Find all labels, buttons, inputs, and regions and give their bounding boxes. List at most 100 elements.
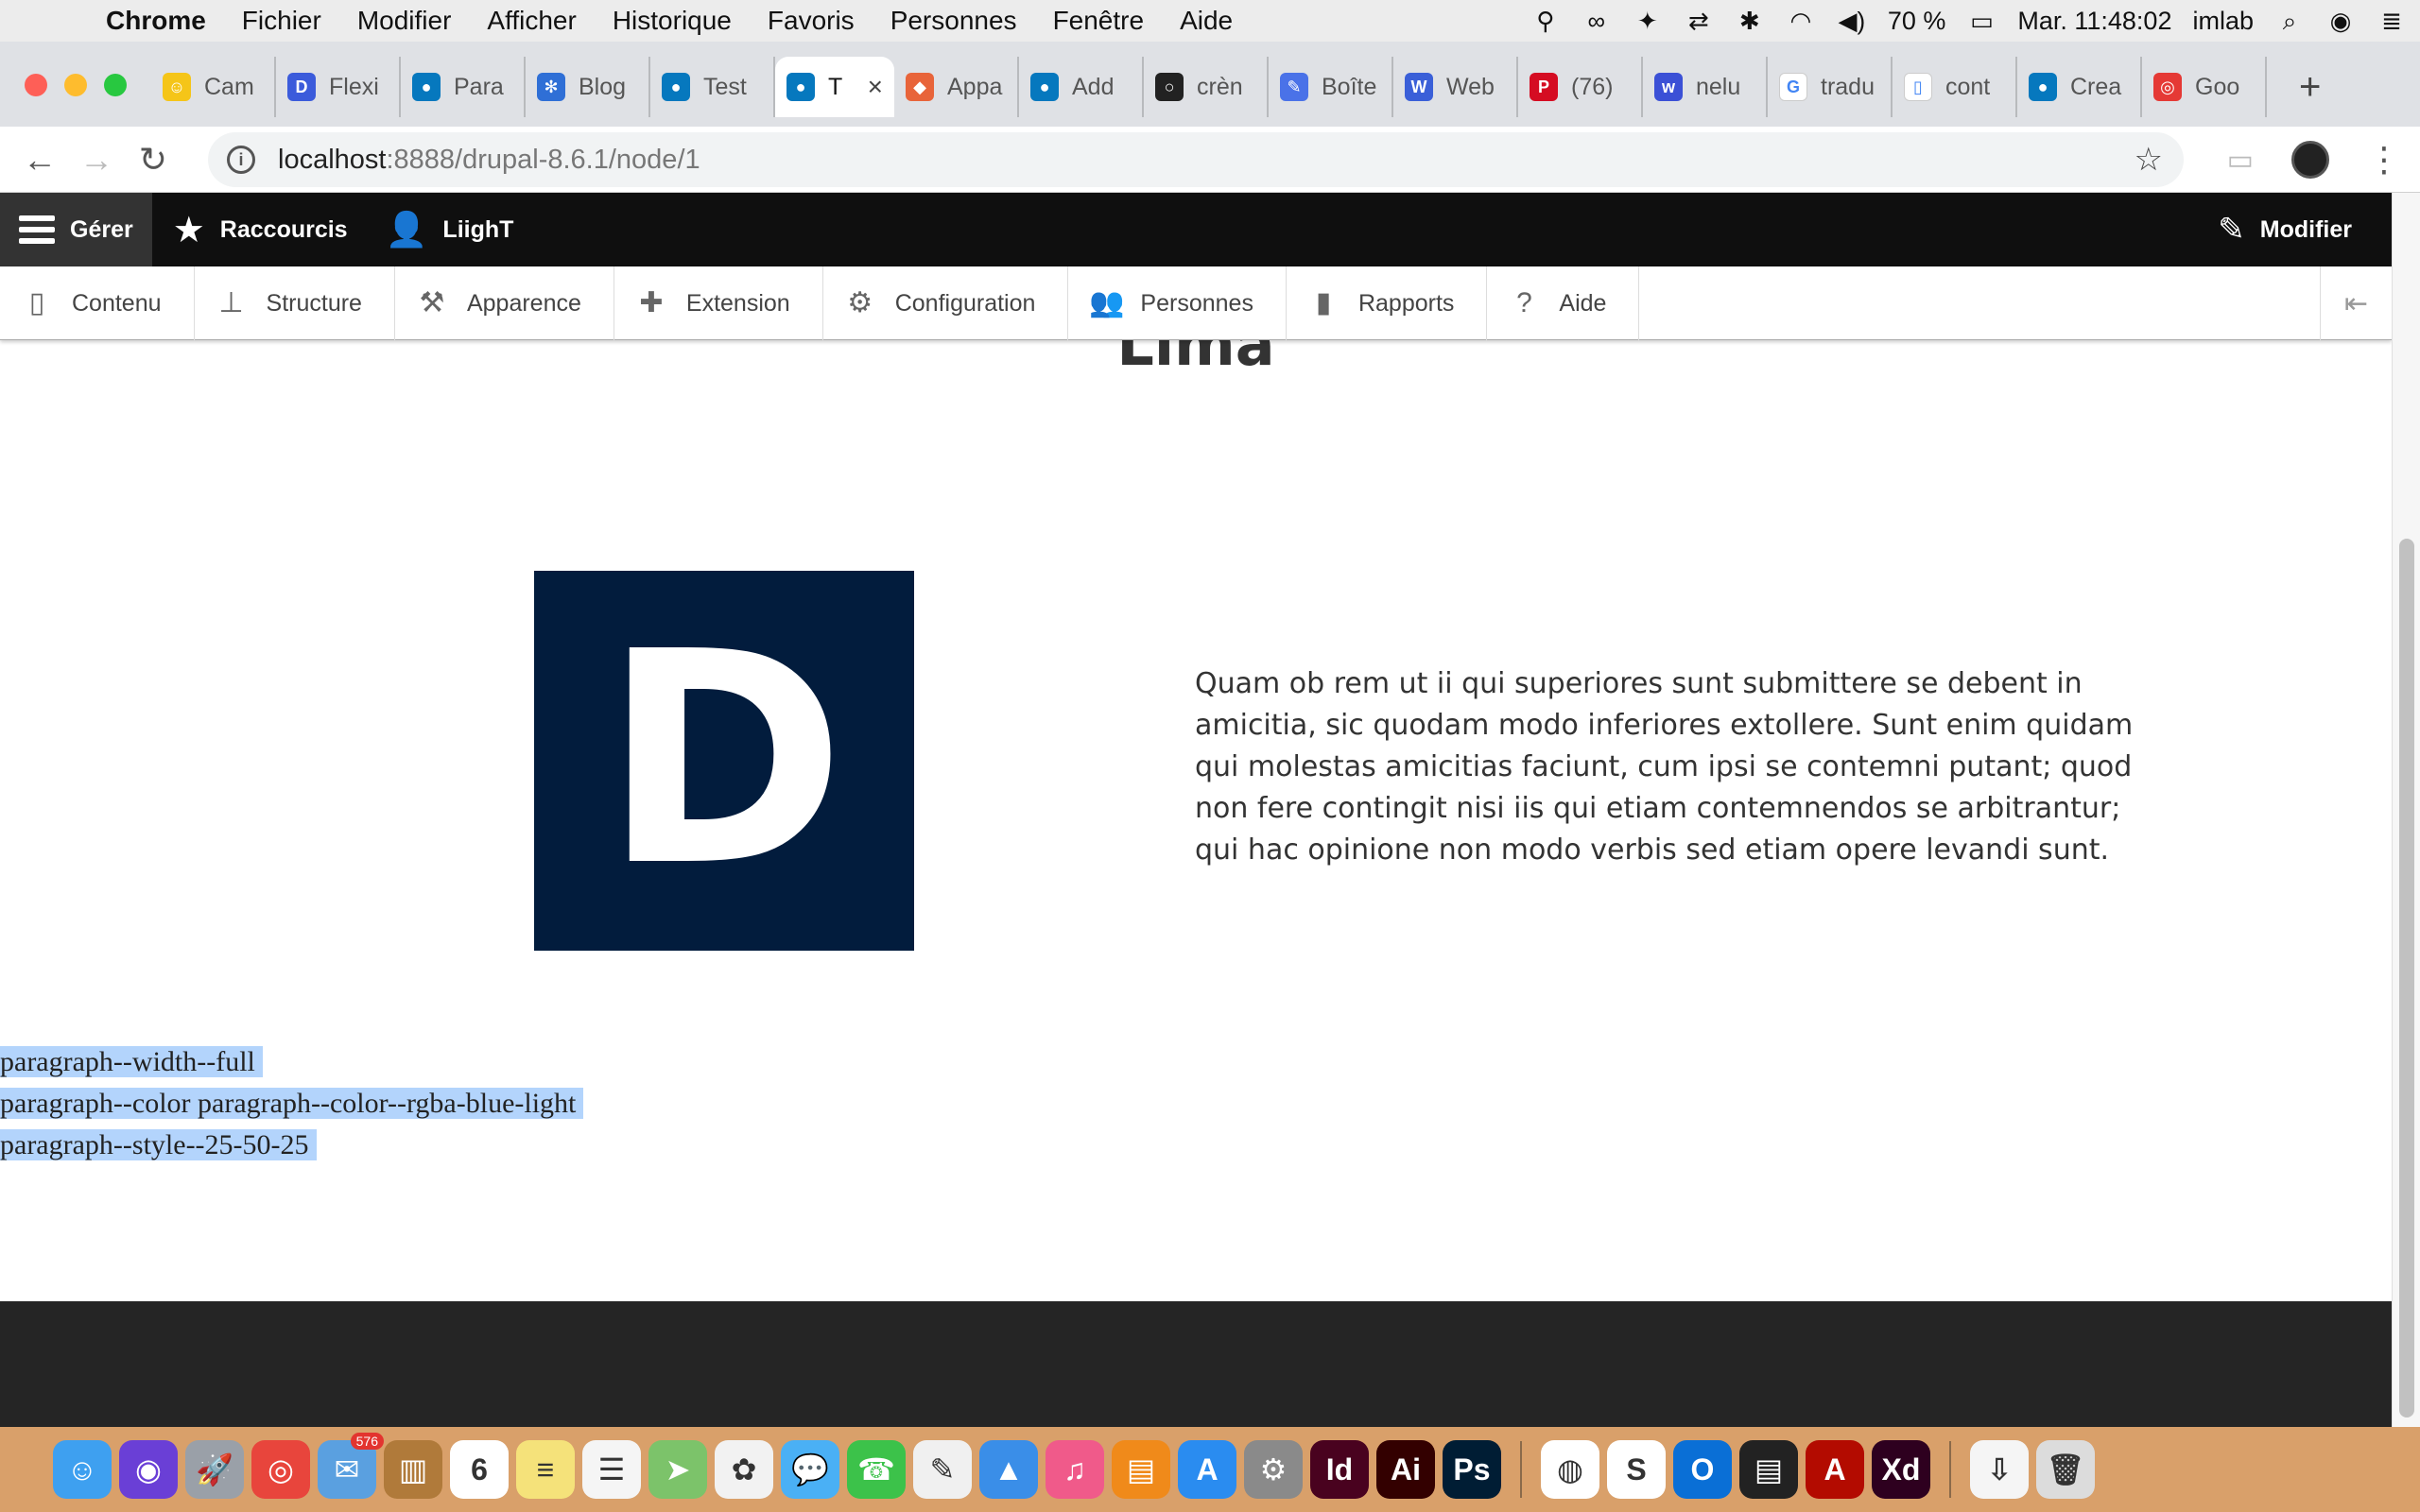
dock-app-notes-book[interactable]: ▥ [384,1440,442,1499]
airdrop-icon[interactable]: ⚲ [1530,8,1561,34]
dock-app-mail[interactable]: ✉ 576 [318,1433,384,1499]
browser-tab[interactable]: W Web [1393,57,1518,117]
notification-center-icon[interactable]: ≣ [2377,8,2407,34]
menu-fenetre[interactable]: Fenêtre [1053,6,1145,36]
bluetooth-icon[interactable]: ✱ [1735,8,1765,34]
dock-app-preview[interactable]: ✎ [913,1440,972,1499]
dock-app-reminders[interactable]: ☰ [582,1440,641,1499]
dock-app-messages[interactable]: 💬 [781,1440,839,1499]
dock-app-photos[interactable]: ✿ [715,1440,773,1499]
dock-app-indesign[interactable]: Id [1310,1440,1369,1499]
menubar-user[interactable]: imlab [2192,7,2254,36]
tray-item-configuration[interactable]: ⚙ Configuration [823,266,1069,340]
network-icon[interactable]: ⇄ [1684,8,1714,34]
dock-app-siri[interactable]: ◉ [119,1440,178,1499]
class-line: paragraph--style--25-50-25 [0,1125,583,1166]
dock-app-facetime[interactable]: ☎ [847,1440,906,1499]
spotlight-search-icon[interactable]: ⌕ [2274,8,2305,34]
cleaner-icon[interactable]: ✦ [1633,8,1663,34]
browser-tab[interactable]: ● Para [401,57,526,117]
menu-favoris[interactable]: Favoris [768,6,855,36]
browser-tab[interactable]: ✎ Boîte [1269,57,1393,117]
tray-collapse-icon[interactable]: ⇤ [2320,266,2392,340]
browser-tab[interactable]: ● T × [775,57,894,117]
scrollbar-thumb[interactable] [2399,539,2414,1418]
tray-item-structure[interactable]: ⊥ Structure [195,266,395,340]
browser-tab[interactable]: w nelu [1643,57,1768,117]
menu-afficher[interactable]: Afficher [487,6,576,36]
tray-item-apparence[interactable]: ⚒ Apparence [395,266,614,340]
dock-app-books[interactable]: ▤ [1112,1440,1170,1499]
minimize-window-button[interactable] [64,74,87,96]
browser-tab[interactable]: ◆ Appa [894,57,1019,117]
clock[interactable]: Mar. 11:48:02 [2017,7,2171,36]
browser-tab[interactable]: ✻ Blog [526,57,650,117]
dock-app-acrobat[interactable]: A [1806,1440,1864,1499]
tray-item-extension[interactable]: ✚ Extension [614,266,823,340]
dock-app-itunes[interactable]: ♫ [1046,1440,1104,1499]
dock-app-trash[interactable]: 🗑 [2036,1440,2095,1499]
dock-app-downloads[interactable]: ⇩ [1970,1440,2029,1499]
zoom-window-button[interactable] [104,74,127,96]
dock-app-keynote[interactable]: ▲ [979,1440,1038,1499]
new-tab-icon[interactable]: + [2299,66,2321,109]
toolbar-edit[interactable]: ✎ Modifier [2199,193,2371,266]
dock-app-outlook[interactable]: O [1673,1440,1732,1499]
info-icon[interactable]: i [227,146,255,174]
tray-item-personnes[interactable]: 👥 Personnes [1068,266,1287,340]
address-bar[interactable]: i localhost:8888/drupal-8.6.1/node/1 ☆ [208,132,2184,187]
wifi-icon[interactable]: ◠ [1786,8,1816,34]
volume-icon[interactable]: ◀) [1837,8,1867,34]
cast-icon[interactable]: ▭ [2227,144,2254,177]
page-content: Lima D Quam ob rem ut ii qui superiores … [0,266,2392,1302]
dock-app-system-prefs[interactable]: ⚙ [1244,1440,1303,1499]
menu-app-chrome[interactable]: Chrome [106,6,206,36]
dock-app-photoshop[interactable]: Ps [1443,1440,1501,1499]
dock-app-app-store[interactable]: A [1178,1440,1236,1499]
browser-tab[interactable]: ▯ cont [1893,57,2017,117]
close-window-button[interactable] [25,74,47,96]
browser-tab[interactable]: ◎ Goo [2142,57,2267,117]
dock-app-mamp[interactable]: ◍ [1541,1440,1599,1499]
dock-app-maps[interactable]: ➤ [648,1440,707,1499]
browser-tab[interactable]: ● Crea [2017,57,2142,117]
forward-arrow-icon[interactable]: → [68,140,125,180]
reload-icon[interactable]: ↻ [125,140,182,180]
bookmark-star-icon[interactable]: ☆ [2135,141,2163,179]
dock-app-scrivener[interactable]: S [1607,1440,1666,1499]
menu-fichier[interactable]: Fichier [242,6,321,36]
chrome-menu-icon[interactable]: ⋮ [2367,140,2401,180]
browser-tab[interactable]: D Flexi [276,57,401,117]
browser-tab[interactable]: ● Test [650,57,775,117]
browser-tab[interactable]: P (76) [1518,57,1643,117]
toolbar-shortcuts[interactable]: ★ Raccourcis [152,193,367,266]
page-scrollbar[interactable] [2392,193,2420,1427]
toolbar-manage[interactable]: Gérer [0,193,152,266]
dock-app-launchpad[interactable]: 🚀 [185,1440,244,1499]
tray-item-rapports[interactable]: ▮ Rapports [1287,266,1488,340]
browser-tab[interactable]: ○ crèn [1144,57,1269,117]
menu-personnes[interactable]: Personnes [890,6,1017,36]
dock-app-xd[interactable]: Xd [1872,1440,1930,1499]
battery-icon[interactable]: ▭ [1966,8,1996,34]
browser-tab[interactable]: ☺ Cam [151,57,276,117]
dock-app-calendar[interactable]: 6 [450,1440,509,1499]
dock-app-finder[interactable]: ☺ [53,1440,112,1499]
browser-tab[interactable]: ● Add [1019,57,1144,117]
dock-app-chrome[interactable]: ◎ [251,1440,310,1499]
close-tab-icon[interactable]: × [868,72,883,102]
profile-avatar[interactable] [2291,141,2329,179]
creative-cloud-icon[interactable]: ∞ [1582,8,1612,34]
tray-item-contenu[interactable]: ▯ Contenu [0,266,195,340]
toolbar-user[interactable]: 👤 LiighT [367,193,533,266]
tray-item-aide[interactable]: ? Aide [1487,266,1640,340]
dock-app-notes[interactable]: ≡ [516,1440,575,1499]
back-arrow-icon[interactable]: ← [11,140,68,180]
menu-aide[interactable]: Aide [1180,6,1233,36]
menu-historique[interactable]: Historique [613,6,732,36]
browser-tab[interactable]: Gtradu [1768,57,1893,117]
dock-app-illustrator[interactable]: Ai [1376,1440,1435,1499]
siri-icon[interactable]: ◉ [2325,8,2356,34]
dock-app-activity[interactable]: ▤ [1739,1440,1798,1499]
menu-modifier[interactable]: Modifier [357,6,452,36]
